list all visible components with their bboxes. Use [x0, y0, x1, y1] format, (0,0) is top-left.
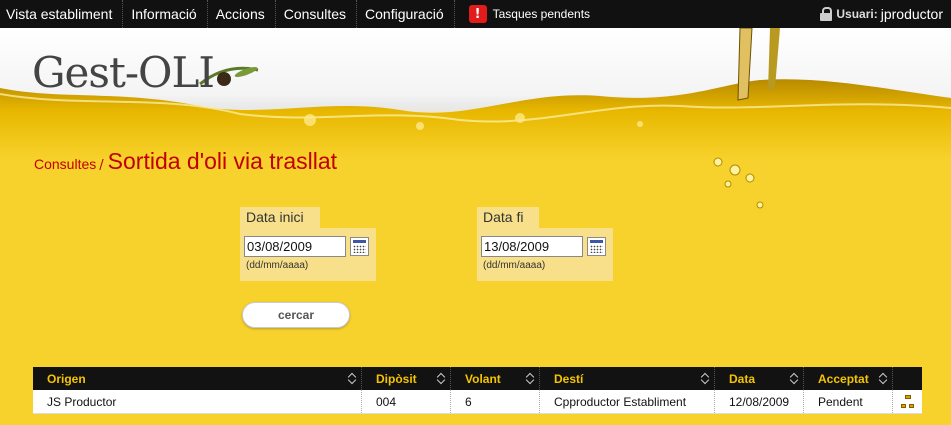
- breadcrumb: Consultes / Sortida d'oli via trasllat: [34, 148, 337, 175]
- app-logo: Gest-OLI: [32, 48, 231, 97]
- user-name: jproductor: [880, 6, 943, 22]
- sort-icon[interactable]: [880, 372, 888, 385]
- column-header-diposit[interactable]: Dipòsit: [362, 367, 451, 390]
- start-date-input[interactable]: [244, 236, 346, 257]
- pending-tasks-link[interactable]: ! Tasques pendents: [455, 5, 590, 23]
- end-date-group: Data fi (dd/mm/aaaa): [477, 207, 613, 281]
- top-navigation: Vista establiment Informació Accions Con…: [0, 0, 951, 28]
- sort-icon[interactable]: [702, 372, 710, 385]
- oil-droplets: [713, 157, 764, 209]
- cell-data: 12/08/2009: [715, 390, 804, 413]
- results-table: Origen Dipòsit Volant Destí Data Accepta…: [33, 367, 922, 414]
- nav-consultes[interactable]: Consultes: [276, 0, 358, 28]
- cell-acceptat: Pendent: [804, 390, 893, 413]
- cell-volant: 6: [451, 390, 540, 413]
- column-header-volant[interactable]: Volant: [451, 367, 540, 390]
- calendar-icon[interactable]: [350, 237, 369, 256]
- table-header: Origen Dipòsit Volant Destí Data Accepta…: [33, 367, 922, 390]
- start-date-group: Data inici (dd/mm/aaaa): [240, 207, 376, 281]
- olive-icon: [217, 72, 231, 86]
- user-label: Usuari:: [836, 7, 878, 21]
- column-header-acceptat[interactable]: Acceptat: [804, 367, 893, 390]
- nav-informacio[interactable]: Informació: [123, 0, 208, 28]
- alert-icon: !: [468, 5, 487, 23]
- column-label: Dipòsit: [376, 371, 417, 386]
- sort-icon[interactable]: [438, 372, 446, 385]
- sort-icon[interactable]: [527, 372, 535, 385]
- header-banner: Gest-OLI: [0, 28, 951, 160]
- end-date-hint: (dd/mm/aaaa): [483, 260, 546, 271]
- column-header-desti[interactable]: Destí: [540, 367, 715, 390]
- cell-actions: [893, 390, 922, 413]
- table-row[interactable]: JS Productor 004 6 Cpproductor Establime…: [33, 390, 922, 414]
- search-button[interactable]: cercar: [242, 302, 350, 328]
- user-info: Usuari: jproductor: [820, 0, 943, 28]
- column-label: Acceptat: [818, 371, 869, 386]
- nav-vista-establiment[interactable]: Vista establiment: [0, 0, 124, 28]
- end-date-label: Data fi: [477, 207, 539, 228]
- column-header-data[interactable]: Data: [715, 367, 804, 390]
- nav-accions[interactable]: Accions: [208, 0, 276, 28]
- start-date-hint: (dd/mm/aaaa): [246, 260, 309, 271]
- column-label: Data: [729, 371, 756, 386]
- sort-icon[interactable]: [349, 372, 357, 385]
- column-label: Destí: [554, 371, 584, 386]
- sort-icon[interactable]: [791, 372, 799, 385]
- page-title: Sortida d'oli via trasllat: [107, 148, 338, 174]
- column-label: Origen: [47, 371, 86, 386]
- nav-configuracio[interactable]: Configuració: [357, 0, 455, 28]
- breadcrumb-consultes[interactable]: Consultes: [34, 156, 96, 172]
- start-date-label: Data inici: [240, 207, 320, 228]
- lock-icon: [820, 7, 833, 21]
- column-label: Volant: [465, 371, 501, 386]
- end-date-input[interactable]: [481, 236, 583, 257]
- logo-text: Gest-OLI: [32, 48, 215, 97]
- calendar-icon[interactable]: [587, 237, 606, 256]
- cell-desti: Cpproductor Establiment: [540, 390, 715, 413]
- cell-origen: JS Productor: [33, 390, 362, 413]
- hierarchy-icon[interactable]: [901, 394, 915, 409]
- cell-diposit: 004: [362, 390, 451, 413]
- column-header-actions: [893, 367, 922, 390]
- pending-tasks-label: Tasques pendents: [492, 7, 591, 21]
- column-header-origen[interactable]: Origen: [33, 367, 362, 390]
- breadcrumb-separator: /: [99, 158, 104, 173]
